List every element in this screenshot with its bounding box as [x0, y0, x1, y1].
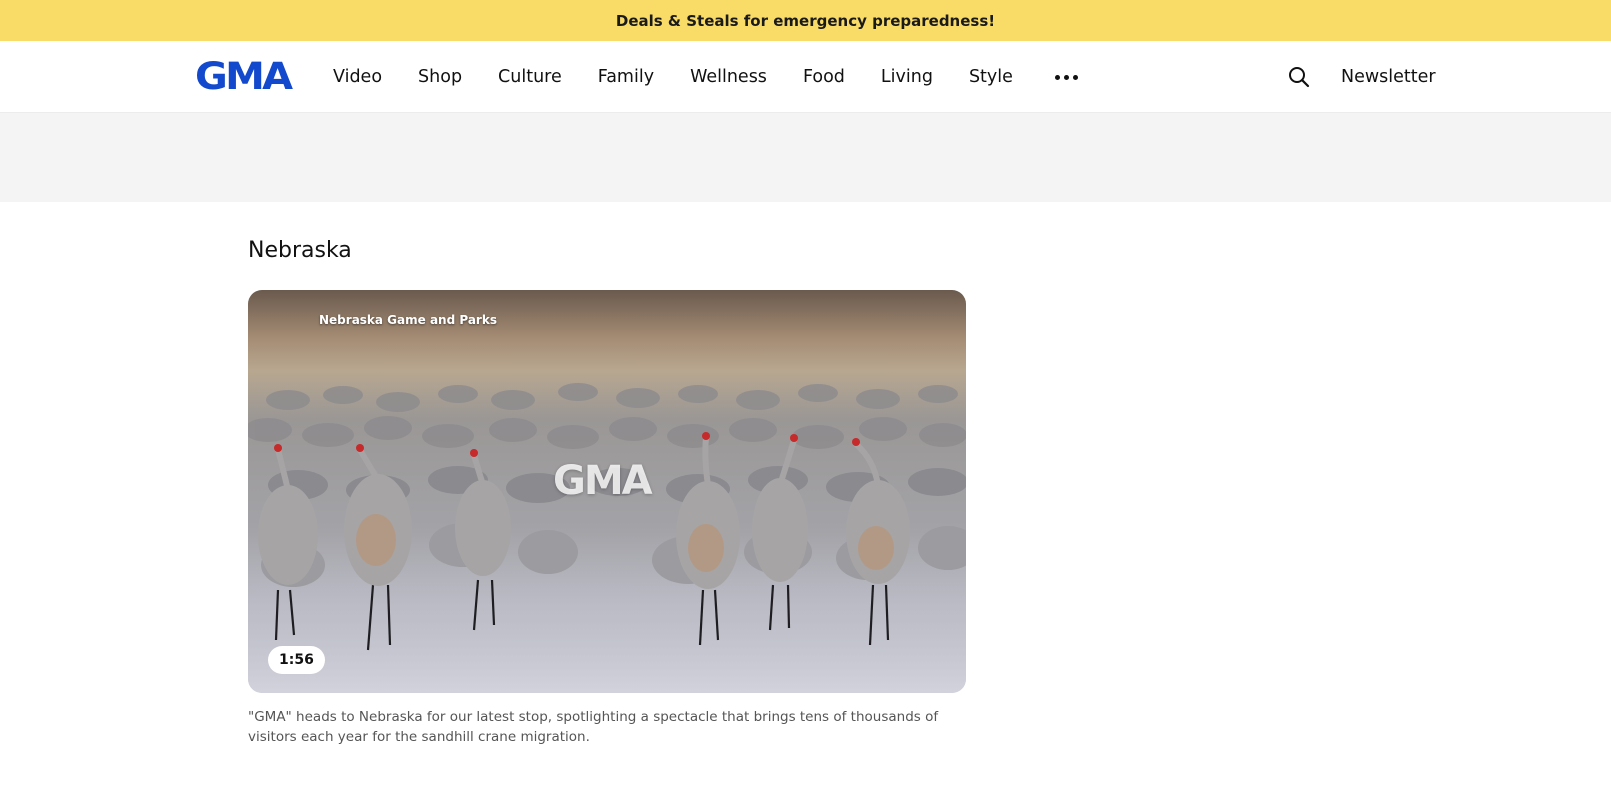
- gma-watermark-logo: GMA: [553, 458, 653, 504]
- nav-item-style[interactable]: Style: [969, 67, 1013, 87]
- video-thumbnail[interactable]: Nebraska Game and Parks GMA 1:56: [248, 290, 966, 693]
- more-menu-button[interactable]: [1054, 69, 1078, 86]
- video-source-watermark: Nebraska Game and Parks: [319, 313, 497, 327]
- nav-item-food[interactable]: Food: [803, 67, 845, 87]
- main-nav: Video Shop Culture Family Wellness Food …: [333, 41, 1078, 113]
- ellipsis-icon: [1063, 74, 1069, 80]
- duration-badge: 1:56: [268, 646, 325, 674]
- nav-item-family[interactable]: Family: [598, 67, 654, 87]
- page-title: Nebraska: [248, 238, 352, 263]
- promo-text: Deals & Steals for emergency preparednes…: [615, 11, 996, 30]
- nav-item-living[interactable]: Living: [881, 67, 933, 87]
- search-icon: [1289, 67, 1310, 88]
- nav-item-wellness[interactable]: Wellness: [690, 67, 767, 87]
- nav-item-shop[interactable]: Shop: [418, 67, 462, 87]
- promo-banner[interactable]: Deals & Steals for emergency preparednes…: [0, 0, 1611, 41]
- ellipsis-icon: [1072, 74, 1078, 80]
- gma-logo[interactable]: GMA: [195, 58, 293, 96]
- site-header: GMA Video Shop Culture Family Wellness F…: [0, 41, 1611, 113]
- video-caption: "GMA" heads to Nebraska for our latest s…: [248, 709, 939, 745]
- ad-placeholder: [0, 113, 1611, 202]
- newsletter-link[interactable]: Newsletter: [1341, 41, 1436, 113]
- search-button[interactable]: [1287, 65, 1311, 89]
- nav-item-culture[interactable]: Culture: [498, 67, 562, 87]
- nav-item-video[interactable]: Video: [333, 67, 382, 87]
- ellipsis-icon: [1054, 74, 1060, 80]
- main-content: Nebraska Nebraska Game and Parks GMA 1:5…: [0, 202, 1611, 793]
